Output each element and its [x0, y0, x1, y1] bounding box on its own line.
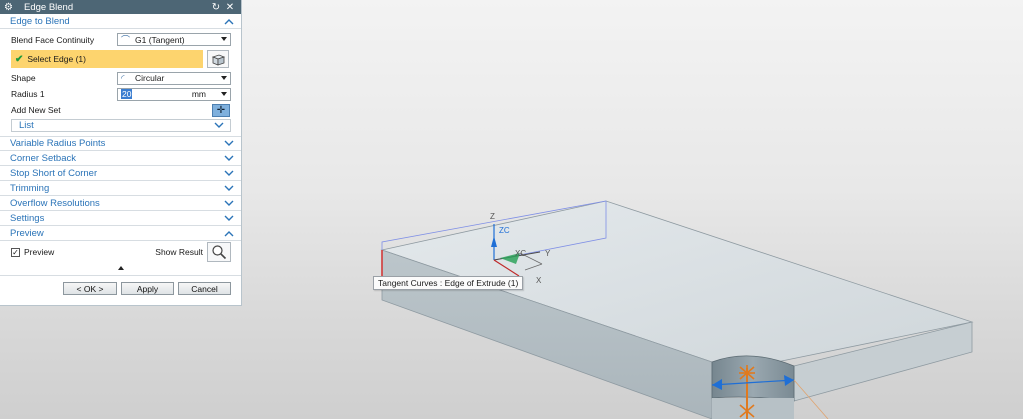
section-settings[interactable]: Settings [0, 211, 241, 226]
blend-face-continuity-label: Blend Face Continuity [11, 34, 95, 45]
shape-dropdown[interactable]: ◜ Circular [117, 71, 231, 85]
chevron-up-icon [224, 18, 234, 24]
checkmark-icon: ✔ [15, 53, 24, 65]
show-result-button[interactable] [207, 242, 231, 262]
dialog-titlebar[interactable]: ⚙ Edge Blend ↻ ✕ [0, 0, 241, 14]
gear-icon: ⚙ [4, 1, 13, 13]
axis-label-y: Y [545, 249, 551, 258]
blend-face-continuity-value: G1 (Tangent) [135, 34, 185, 45]
chevron-down-icon [224, 140, 234, 146]
select-edge-row: ✔ Select Edge (1) [11, 50, 231, 68]
cube-select-button[interactable] [207, 50, 229, 68]
section-trimming[interactable]: Trimming [0, 181, 241, 196]
section-edge-to-blend[interactable]: Edge to Blend [0, 14, 241, 29]
section-title: Settings [10, 212, 45, 224]
chevron-down-icon [221, 37, 227, 41]
chevron-down-icon [214, 122, 224, 128]
section-corner-setback[interactable]: Corner Setback [0, 151, 241, 166]
section-overflow-resolutions[interactable]: Overflow Resolutions [0, 196, 241, 211]
preview-row: ✓ Preview Show Result [0, 241, 241, 263]
add-new-set-row: Add New Set ✛ [0, 102, 241, 118]
chevron-down-icon [224, 155, 234, 161]
caret-up-icon [117, 266, 124, 270]
axis-label-x: X [536, 276, 542, 285]
chevron-down-icon [224, 185, 234, 191]
radius-label: Radius 1 [11, 89, 45, 99]
add-new-set-label: Add New Set [11, 105, 61, 115]
radius-input[interactable]: 20 mm [117, 87, 231, 101]
section-title: Variable Radius Points [10, 138, 106, 149]
magnifier-icon [212, 245, 227, 260]
show-result-group: Show Result [155, 242, 231, 262]
axis-label-xc: XC [515, 249, 526, 258]
cancel-button[interactable]: Cancel [178, 282, 231, 295]
section-title: Overflow Resolutions [10, 197, 100, 209]
show-result-label: Show Result [155, 247, 203, 257]
section-preview[interactable]: Preview [0, 226, 241, 241]
section-title: Edge to Blend [10, 15, 70, 27]
dialog-title: Edge Blend [24, 1, 74, 13]
axis-label-z: Z [490, 212, 495, 221]
axis-label-zc: ZC [499, 226, 510, 235]
radius-unit: mm [191, 89, 206, 99]
section-stop-short-of-corner[interactable]: Stop Short of Corner [0, 166, 241, 181]
chevron-down-icon [221, 75, 227, 80]
chevron-down-icon [224, 200, 234, 206]
collapse-dialog-caret[interactable] [0, 263, 241, 273]
blend-face-continuity-dropdown[interactable]: ⌒ G1 (Tangent) [117, 33, 231, 46]
dialog-buttons: < OK > Apply Cancel [0, 276, 241, 295]
preview-checkbox[interactable]: ✓ [11, 247, 20, 257]
radius-value[interactable]: 20 [121, 89, 133, 99]
preview-checkbox-label: Preview [24, 247, 55, 257]
select-edge-button[interactable]: ✔ Select Edge (1) [11, 50, 203, 68]
chevron-down-icon [224, 170, 234, 176]
section-title: Corner Setback [10, 152, 77, 164]
chevron-down-icon[interactable] [221, 91, 227, 96]
chevron-up-icon [224, 230, 234, 236]
chevron-down-icon [224, 215, 234, 221]
radius-row: Radius 1 20 mm [0, 86, 241, 102]
shape-row: Shape ◜ Circular [0, 70, 241, 86]
section-title: Trimming [10, 182, 50, 194]
cube-select-icon [211, 54, 226, 66]
edge-blend-dialog: ⚙ Edge Blend ↻ ✕ Edge to Blend Blend Fac… [0, 0, 242, 306]
add-new-set-button[interactable]: ✛ [212, 103, 230, 117]
apply-button[interactable]: Apply [121, 282, 174, 295]
add-set-icon: ✛ [216, 104, 226, 116]
blend-face-continuity-row: Blend Face Continuity ⌒ G1 (Tangent) [0, 31, 241, 48]
list-label: List [19, 120, 34, 131]
section-title: Preview [10, 227, 44, 239]
select-edge-label: Select Edge (1) [27, 54, 86, 64]
shape-label: Shape [11, 73, 36, 83]
section-title: Stop Short of Corner [10, 167, 98, 179]
close-icon[interactable]: ✕ [223, 2, 237, 13]
selection-tooltip: Tangent Curves : Edge of Extrude (1) [373, 276, 524, 290]
circular-shape-icon: ◜ [121, 72, 125, 83]
ok-button[interactable]: < OK > [63, 282, 117, 295]
curve-continuity-icon: ⌒ [121, 35, 131, 45]
reset-icon[interactable]: ↻ [209, 2, 223, 13]
section-variable-radius-points[interactable]: Variable Radius Points [0, 136, 241, 151]
list-expander[interactable]: List [11, 119, 231, 132]
shape-value: Circular [135, 73, 165, 83]
